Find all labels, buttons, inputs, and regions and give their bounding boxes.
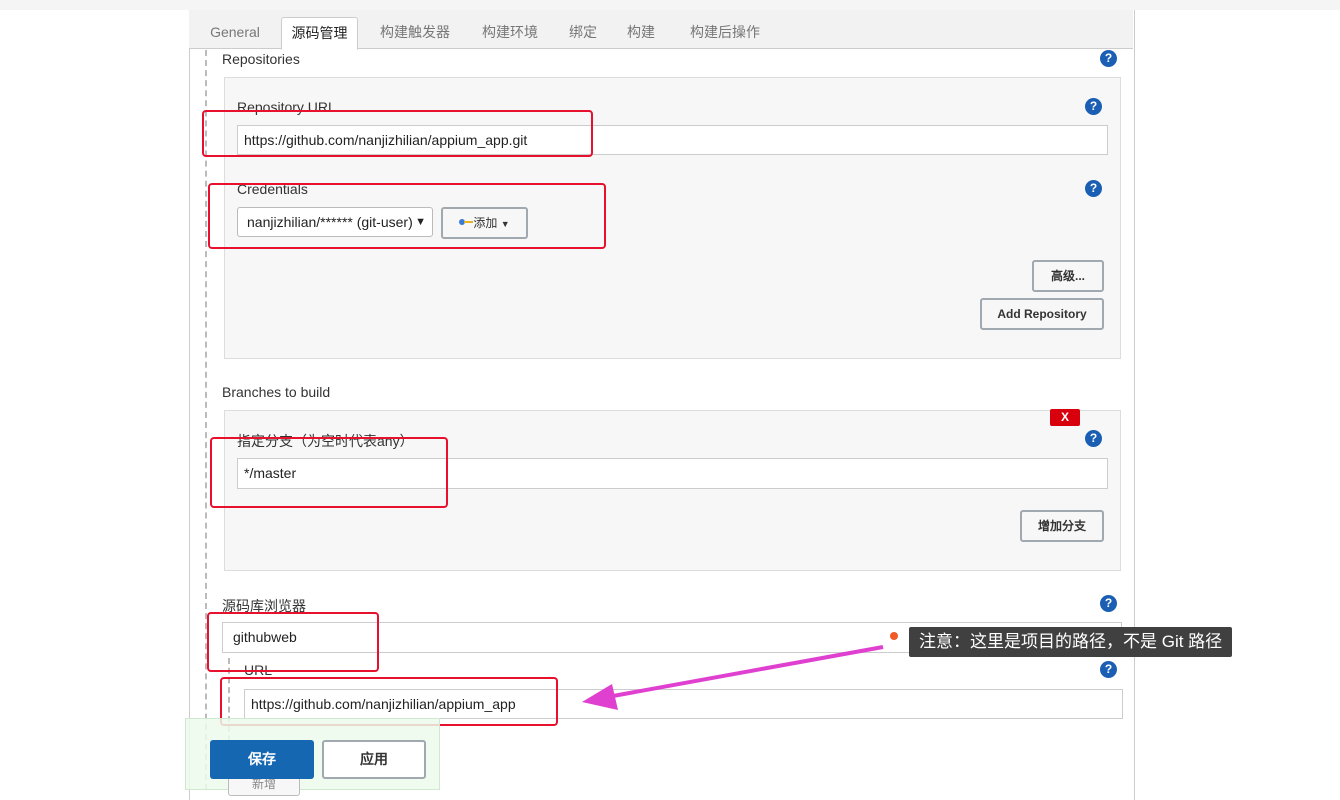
tab-scm[interactable]: 源码管理	[281, 17, 358, 50]
annotation-arrow	[582, 645, 884, 710]
help-icon[interactable]: ?	[1100, 50, 1117, 67]
highlight-browser	[207, 612, 379, 672]
save-button[interactable]: 保存	[210, 740, 314, 779]
add-branch-button[interactable]: 增加分支	[1020, 510, 1104, 542]
help-icon[interactable]: ?	[1085, 430, 1102, 447]
apply-button[interactable]: 应用	[322, 740, 426, 779]
help-icon[interactable]: ?	[1085, 180, 1102, 197]
tab-post-build[interactable]: 构建后操作	[680, 17, 770, 49]
top-strip	[0, 0, 1340, 10]
tab-build[interactable]: 构建	[618, 17, 664, 49]
highlight-credentials	[208, 183, 606, 249]
repositories-label: Repositories	[222, 51, 300, 67]
tab-general[interactable]: General	[201, 17, 269, 49]
section-guide-line	[205, 50, 207, 790]
remove-branch-button[interactable]: X	[1050, 409, 1080, 426]
annotation-note: 注意：这里是项目的路径，不是 Git 路径	[909, 627, 1233, 657]
tab-build-environment[interactable]: 构建环境	[472, 17, 548, 49]
help-icon[interactable]: ?	[1100, 661, 1117, 678]
tab-build-triggers[interactable]: 构建触发器	[370, 17, 460, 49]
hidden-add-label: 新增	[251, 777, 276, 791]
highlight-repository-url	[202, 110, 593, 157]
help-icon[interactable]: ?	[1085, 98, 1102, 115]
branches-label: Branches to build	[222, 384, 331, 400]
tab-bar: General 源码管理 构建触发器 构建环境 绑定 构建 构建后操作	[189, 10, 1133, 50]
validation-dot	[890, 632, 898, 640]
advanced-button[interactable]: 高级...	[1032, 260, 1104, 292]
add-repository-button[interactable]: Add Repository	[980, 298, 1104, 330]
help-icon[interactable]: ?	[1100, 595, 1117, 612]
tab-bindings[interactable]: 绑定	[560, 17, 606, 49]
highlight-branch	[210, 437, 448, 508]
